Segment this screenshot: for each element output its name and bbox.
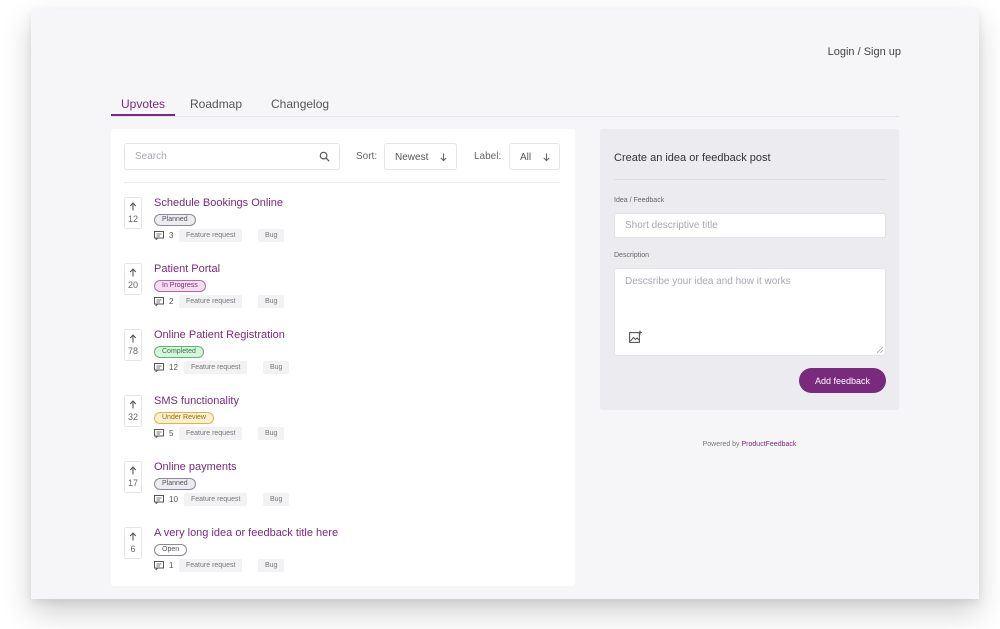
upvote-button[interactable]: 6 bbox=[124, 527, 142, 559]
comment-count: 5 bbox=[169, 429, 174, 438]
tag[interactable]: Feature request bbox=[184, 361, 248, 374]
status-badge: Completed bbox=[154, 346, 204, 358]
feedback-post: 6 A very long idea or feedback title her… bbox=[124, 527, 554, 587]
sort-select[interactable]: Newest bbox=[384, 143, 457, 170]
comment-icon bbox=[154, 561, 164, 570]
tag[interactable]: Feature request bbox=[179, 295, 243, 308]
post-title[interactable]: SMS functionality bbox=[154, 395, 239, 407]
add-feedback-button[interactable]: Add feedback bbox=[799, 368, 886, 393]
app-window: Login / Sign up Upvotes Roadmap Changelo… bbox=[31, 9, 979, 599]
label-select[interactable]: All bbox=[509, 143, 560, 170]
comment-icon bbox=[154, 495, 164, 504]
comment-count: 3 bbox=[169, 231, 174, 240]
search-box bbox=[124, 143, 340, 170]
tag[interactable]: Bug bbox=[258, 295, 285, 308]
upvote-button[interactable]: 12 bbox=[124, 197, 142, 229]
feedback-post: 20 Patient Portal In Progress 2 Feature … bbox=[124, 263, 554, 323]
comment-count: 10 bbox=[169, 495, 178, 504]
vote-count: 32 bbox=[127, 412, 138, 422]
label-value: All bbox=[520, 152, 532, 163]
tag[interactable]: Bug bbox=[263, 493, 290, 506]
vote-count: 17 bbox=[127, 478, 138, 488]
status-badge: Under Review bbox=[154, 412, 214, 424]
vote-count: 20 bbox=[127, 280, 138, 290]
comment-count: 12 bbox=[169, 363, 178, 372]
active-tab-indicator bbox=[111, 114, 175, 116]
post-title[interactable]: Patient Portal bbox=[154, 263, 220, 275]
vote-count: 12 bbox=[127, 214, 138, 224]
arrow-down-icon bbox=[440, 153, 447, 162]
tag[interactable]: Feature request bbox=[179, 427, 243, 440]
status-badge: Planned bbox=[154, 214, 196, 226]
arrow-up-icon bbox=[129, 268, 137, 277]
feedback-post: 78 Online Patient Registration Completed… bbox=[124, 329, 554, 389]
tag[interactable]: Bug bbox=[258, 427, 285, 440]
status-badge: Planned bbox=[154, 478, 196, 490]
upvote-button[interactable]: 78 bbox=[124, 329, 142, 361]
label-filter-label: Label: bbox=[474, 151, 502, 162]
feedback-list-panel: Sort: Newest Label: All 12 Schedule Book… bbox=[111, 129, 575, 586]
feedback-post: 17 Online payments Planned 10 Feature re… bbox=[124, 461, 554, 521]
arrow-up-icon bbox=[129, 466, 137, 475]
tag[interactable]: Bug bbox=[258, 229, 285, 242]
add-image-icon[interactable] bbox=[629, 330, 642, 343]
upvote-button[interactable]: 17 bbox=[124, 461, 142, 493]
description-textarea[interactable] bbox=[625, 276, 885, 316]
comment-icon bbox=[154, 429, 164, 438]
comment-count: 1 bbox=[169, 561, 174, 570]
description-box bbox=[614, 268, 886, 356]
arrow-up-icon bbox=[129, 334, 137, 343]
upvote-button[interactable]: 20 bbox=[124, 263, 142, 295]
vote-count: 6 bbox=[130, 544, 136, 554]
status-badge: Open bbox=[154, 544, 188, 556]
powered-by-text: Powered by bbox=[702, 441, 740, 448]
vote-count: 78 bbox=[127, 346, 138, 356]
tag[interactable]: Feature request bbox=[179, 559, 243, 572]
tag[interactable]: Bug bbox=[258, 559, 285, 572]
powered-by: Powered by ProductFeedback bbox=[600, 441, 899, 448]
comment-icon bbox=[154, 363, 164, 372]
arrow-up-icon bbox=[129, 202, 137, 211]
tag[interactable]: Bug bbox=[263, 361, 290, 374]
comment-icon bbox=[154, 297, 164, 306]
product-feedback-link[interactable]: ProductFeedback bbox=[742, 441, 797, 448]
tag[interactable]: Feature request bbox=[179, 229, 243, 242]
arrow-up-icon bbox=[129, 400, 137, 409]
login-signup-link[interactable]: Login / Sign up bbox=[828, 46, 901, 58]
tab-changelog[interactable]: Changelog bbox=[271, 97, 329, 111]
search-input[interactable] bbox=[125, 144, 305, 169]
post-title[interactable]: Schedule Bookings Online bbox=[154, 197, 283, 209]
arrow-up-icon bbox=[129, 532, 137, 541]
search-icon[interactable] bbox=[319, 151, 330, 162]
sort-value: Newest bbox=[395, 152, 429, 163]
description-field-label: Description bbox=[614, 252, 650, 259]
post-title[interactable]: A very long idea or feedback title here bbox=[154, 527, 338, 539]
status-badge: In Progress bbox=[154, 280, 206, 292]
tab-upvotes[interactable]: Upvotes bbox=[121, 97, 165, 111]
feedback-post: 12 Schedule Bookings Online Planned 3 Fe… bbox=[124, 197, 554, 257]
resize-handle-icon[interactable] bbox=[877, 347, 883, 353]
tab-roadmap[interactable]: Roadmap bbox=[190, 97, 242, 111]
post-title[interactable]: Online payments bbox=[154, 461, 237, 473]
feedback-post: 32 SMS functionality Under Review 5 Feat… bbox=[124, 395, 554, 455]
upvote-button[interactable]: 32 bbox=[124, 395, 142, 427]
post-title[interactable]: Online Patient Registration bbox=[154, 329, 285, 341]
tab-bar: Upvotes Roadmap Changelog bbox=[111, 93, 899, 117]
comment-count: 2 bbox=[169, 297, 174, 306]
idea-title-input[interactable] bbox=[614, 213, 886, 238]
create-post-panel: Create an idea or feedback post Idea / F… bbox=[600, 129, 899, 410]
arrow-down-icon bbox=[543, 153, 550, 162]
tag[interactable]: Feature request bbox=[184, 493, 248, 506]
form-title: Create an idea or feedback post bbox=[614, 152, 771, 164]
idea-field-label: Idea / Feedback bbox=[614, 197, 665, 204]
divider bbox=[124, 182, 560, 183]
comment-icon bbox=[154, 231, 164, 240]
divider bbox=[614, 179, 886, 180]
sort-label: Sort: bbox=[356, 151, 378, 162]
